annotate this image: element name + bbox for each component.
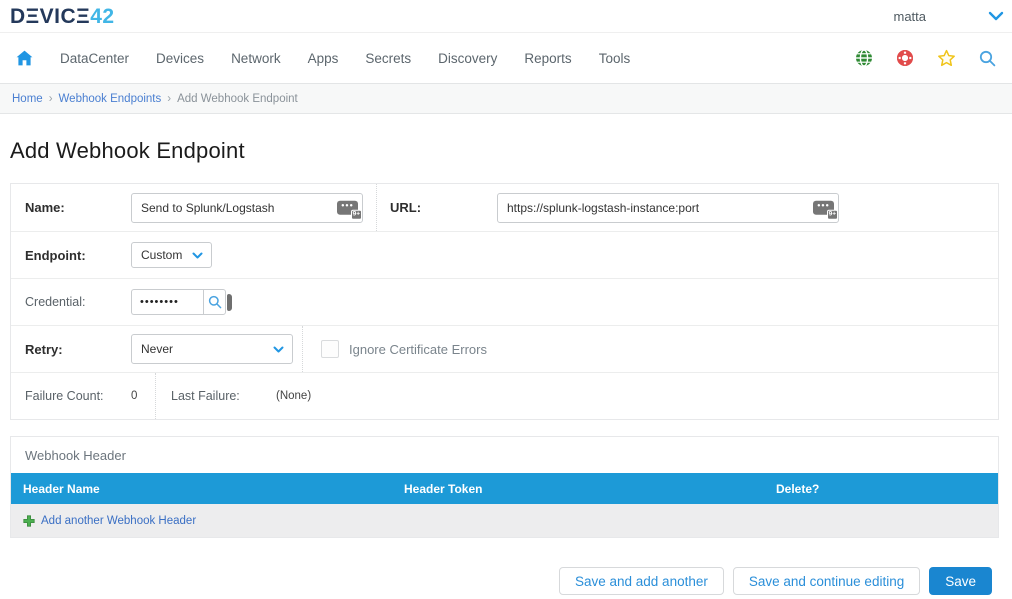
nav-item-reports[interactable]: Reports bbox=[524, 51, 571, 66]
column-header-token: Header Token bbox=[404, 482, 776, 496]
endpoint-selected-value: Custom bbox=[141, 248, 182, 262]
form-row-failure: Failure Count: 0 Last Failure: (None) bbox=[11, 372, 998, 419]
breadcrumb-separator: › bbox=[49, 93, 53, 105]
webhook-endpoint-form: Name: ••• 9+ URL: ••• 9+ Endpoint: bbox=[10, 183, 999, 420]
chevron-down-icon bbox=[192, 252, 203, 259]
life-ring-icon bbox=[896, 49, 914, 67]
ignore-certificate-errors-label: Ignore Certificate Errors bbox=[349, 342, 487, 357]
url-input[interactable] bbox=[497, 193, 839, 223]
form-actions: Save and add another Save and continue e… bbox=[0, 567, 992, 595]
main-nav: DataCenter Devices Network Apps Secrets … bbox=[0, 33, 1012, 84]
logo-text-42: 42 bbox=[90, 5, 114, 28]
column-delete: Delete? bbox=[776, 482, 998, 496]
save-and-add-another-button[interactable]: Save and add another bbox=[559, 567, 724, 595]
retry-select[interactable]: Never bbox=[131, 334, 293, 364]
autofill-icon: ••• 9+ bbox=[813, 200, 834, 214]
breadcrumb-home[interactable]: Home bbox=[12, 93, 43, 105]
top-bar: DΞVICΞ42 matta bbox=[0, 0, 1012, 33]
globe-icon bbox=[855, 49, 873, 67]
webhook-header-section: Webhook Header Header Name Header Token … bbox=[10, 436, 999, 538]
name-input[interactable] bbox=[131, 193, 363, 223]
star-icon bbox=[937, 49, 956, 67]
support-button[interactable] bbox=[896, 49, 914, 67]
last-failure-value: (None) bbox=[276, 390, 311, 402]
webhook-header-title: Webhook Header bbox=[11, 437, 998, 473]
add-webhook-header-row: Add another Webhook Header bbox=[11, 504, 998, 537]
name-label: Name: bbox=[25, 200, 131, 215]
form-row-retry: Retry: Never Ignore Certificate Errors bbox=[11, 325, 998, 372]
nav-item-datacenter[interactable]: DataCenter bbox=[60, 51, 129, 66]
user-menu-chevron[interactable] bbox=[988, 11, 1004, 21]
favorites-button[interactable] bbox=[937, 49, 956, 67]
search-icon bbox=[979, 50, 996, 67]
save-button[interactable]: Save bbox=[929, 567, 992, 595]
column-header-name: Header Name bbox=[23, 482, 404, 496]
url-label: URL: bbox=[390, 200, 497, 215]
save-and-continue-editing-button[interactable]: Save and continue editing bbox=[733, 567, 920, 595]
endpoint-select[interactable]: Custom bbox=[131, 242, 212, 268]
nav-item-tools[interactable]: Tools bbox=[599, 51, 631, 66]
page-title: Add Webhook Endpoint bbox=[10, 138, 1012, 164]
search-button[interactable] bbox=[979, 50, 996, 67]
globe-button[interactable] bbox=[855, 49, 873, 67]
webhook-header-table-head: Header Name Header Token Delete? bbox=[11, 473, 998, 504]
plus-icon bbox=[23, 515, 35, 527]
breadcrumb: Home › Webhook Endpoints › Add Webhook E… bbox=[0, 84, 1012, 114]
chevron-down-icon bbox=[988, 11, 1004, 21]
autofill-icon: ••• 9+ bbox=[337, 200, 358, 214]
endpoint-label: Endpoint: bbox=[25, 248, 131, 263]
breadcrumb-current: Add Webhook Endpoint bbox=[177, 93, 298, 105]
credential-label: Credential: bbox=[25, 295, 131, 309]
logo-text-device: DΞVICΞ bbox=[10, 5, 90, 28]
form-row-endpoint: Endpoint: Custom bbox=[11, 231, 998, 278]
nav-item-network[interactable]: Network bbox=[231, 51, 281, 66]
breadcrumb-separator: › bbox=[167, 93, 171, 105]
nav-item-discovery[interactable]: Discovery bbox=[438, 51, 497, 66]
home-button[interactable] bbox=[16, 50, 33, 66]
nav-item-secrets[interactable]: Secrets bbox=[365, 51, 411, 66]
credential-input[interactable] bbox=[131, 289, 203, 315]
autofill-badge: 9+ bbox=[827, 209, 838, 219]
nav-item-devices[interactable]: Devices bbox=[156, 51, 204, 66]
failure-count-label: Failure Count: bbox=[25, 389, 131, 403]
last-failure-label: Last Failure: bbox=[171, 389, 276, 403]
home-icon bbox=[16, 50, 33, 66]
form-row-credential: Credential: bbox=[11, 278, 998, 325]
device42-logo[interactable]: DΞVICΞ42 bbox=[10, 6, 115, 27]
clipped-extension-icon bbox=[227, 294, 232, 311]
breadcrumb-webhook-endpoints[interactable]: Webhook Endpoints bbox=[59, 93, 162, 105]
retry-label: Retry: bbox=[25, 342, 131, 357]
autofill-badge: 9+ bbox=[351, 209, 362, 219]
search-icon bbox=[208, 295, 222, 309]
add-another-webhook-header-link[interactable]: Add another Webhook Header bbox=[41, 515, 196, 527]
retry-selected-value: Never bbox=[141, 342, 173, 356]
failure-count-value: 0 bbox=[131, 390, 137, 402]
credential-lookup-button[interactable] bbox=[203, 289, 226, 315]
username[interactable]: matta bbox=[893, 9, 926, 24]
ignore-certificate-errors-checkbox[interactable] bbox=[321, 340, 339, 358]
chevron-down-icon bbox=[273, 346, 284, 353]
form-row-name-url: Name: ••• 9+ URL: ••• 9+ bbox=[11, 184, 998, 231]
nav-item-apps[interactable]: Apps bbox=[308, 51, 339, 66]
